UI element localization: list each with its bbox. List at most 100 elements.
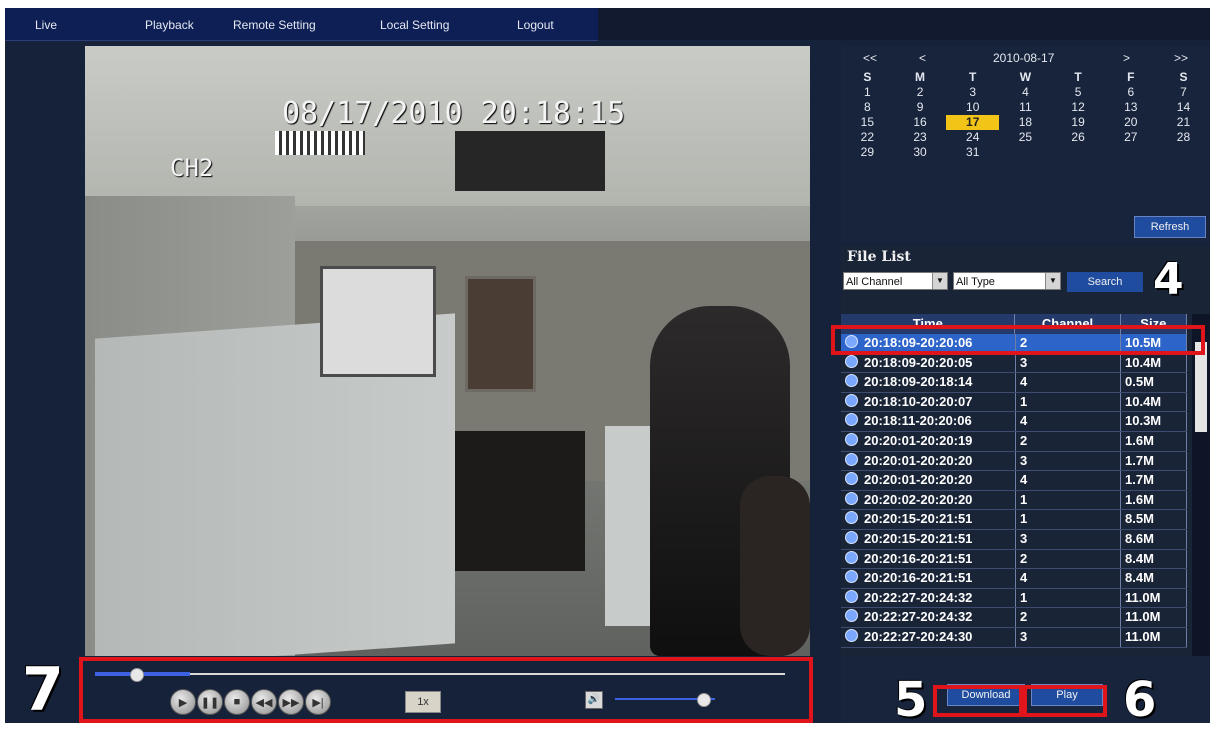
calendar-day[interactable]: 18 [999,115,1052,130]
calendar-day[interactable]: 25 [999,130,1052,145]
nav-live[interactable]: Live [35,18,57,32]
calendar-day[interactable]: 26 [1052,130,1105,145]
calendar-day[interactable]: 6 [1104,85,1157,100]
chevron-down-icon[interactable]: ▼ [932,273,947,289]
calendar-day[interactable]: 29 [841,145,894,160]
calendar-day[interactable]: 16 [894,115,947,130]
file-row[interactable]: 20:18:10-20:20:07 1 10.4M [841,392,1187,413]
column-header-time[interactable]: Time [841,314,1016,334]
video-playback-frame[interactable]: 08/17/2010 20:18:15 CH2 [85,46,810,656]
calendar-day[interactable]: 1 [841,85,894,100]
callout-7: 7 [22,655,64,725]
file-icon [845,374,858,388]
file-row[interactable]: 20:18:09-20:20:06 2 10.5M [841,334,1187,354]
calendar-day[interactable]: 2 [894,85,947,100]
refresh-button[interactable]: Refresh [1134,216,1206,238]
stop-icon[interactable]: ■ [224,689,250,715]
file-row[interactable]: 20:22:27-20:24:32 2 11.0M [841,608,1187,628]
column-header-channel[interactable]: Channel [1015,314,1121,334]
calendar-day[interactable]: 11 [999,100,1052,115]
file-time-cell: 20:20:01-20:20:19 [841,431,1016,451]
calendar-day[interactable]: 5 [1052,85,1105,100]
file-row[interactable]: 20:18:09-20:18:14 4 0.5M [841,373,1187,393]
test-chart-board [320,266,436,377]
frame-step-icon[interactable]: ▶| [305,689,331,715]
file-row[interactable]: 20:20:01-20:20:20 3 1.7M [841,451,1187,472]
file-list-scrollbar[interactable] [1192,314,1210,687]
volume-icon[interactable]: 🔊 [585,691,603,709]
next-year-button[interactable]: >> [1174,51,1188,65]
calendar-day[interactable]: 14 [1157,100,1210,115]
transport-buttons: ▶ ❚❚ ■ ◀◀ ▶▶ ▶| [170,689,331,715]
file-row[interactable]: 20:20:16-20:21:51 4 8.4M [841,569,1187,589]
calendar-day[interactable]: 28 [1157,130,1210,145]
prev-month-button[interactable]: < [919,51,926,65]
nav-logout[interactable]: Logout [517,18,554,32]
calendar-day[interactable]: 7 [1157,85,1210,100]
top-navigation: Live Playback Remote Setting Local Setti… [5,8,598,41]
file-row[interactable]: 20:20:01-20:20:20 4 1.7M [841,471,1187,491]
calendar-day[interactable]: 22 [841,130,894,145]
file-icon [845,570,858,584]
nav-local-setting[interactable]: Local Setting [380,18,449,32]
calendar-day[interactable]: 10 [946,100,999,115]
video-channel-label: CH2 [170,154,214,182]
next-month-button[interactable]: > [1123,51,1130,65]
download-button[interactable]: Download [947,684,1025,706]
calendar-day[interactable]: 12 [1052,100,1105,115]
channel-select[interactable]: All Channel ▼ [843,272,948,290]
weekday-label: F [1127,70,1135,84]
file-row[interactable]: 20:20:01-20:20:19 2 1.6M [841,431,1187,452]
seek-bar[interactable] [95,668,785,682]
file-time-cell: 20:22:27-20:24:30 [841,627,1016,647]
nav-playback[interactable]: Playback [145,18,194,32]
file-time-cell: 20:22:27-20:24:32 [841,588,1016,608]
file-row[interactable]: 20:22:27-20:24:30 3 11.0M [841,627,1187,648]
file-row[interactable]: 20:18:09-20:20:05 3 10.4M [841,353,1187,374]
file-time: 20:20:02-20:20:20 [864,491,973,507]
calendar-day[interactable]: 30 [894,145,947,160]
calendar-day[interactable]: 21 [1157,115,1210,130]
type-select[interactable]: All Type ▼ [953,272,1061,290]
rewind-icon[interactable]: ◀◀ [251,689,277,715]
chevron-down-icon[interactable]: ▼ [1045,273,1060,289]
file-row[interactable]: 20:20:16-20:21:51 2 8.4M [841,549,1187,570]
calendar-day[interactable]: 3 [946,85,999,100]
fast-forward-icon[interactable]: ▶▶ [278,689,304,715]
calendar-day[interactable]: 19 [1052,115,1105,130]
weekday-label: S [1179,70,1188,84]
scrollbar-thumb[interactable] [1195,342,1207,432]
file-row[interactable]: 20:20:02-20:20:20 1 1.6M [841,490,1187,511]
file-row[interactable]: 20:20:15-20:21:51 3 8.6M [841,529,1187,550]
column-header-size[interactable]: Size [1121,314,1187,334]
pause-icon[interactable]: ❚❚ [197,689,223,715]
calendar-day[interactable]: 9 [894,100,947,115]
seek-handle[interactable] [130,668,145,682]
calendar-day[interactable]: 4 [999,85,1052,100]
calendar-day[interactable]: 20 [1104,115,1157,130]
calendar-week: 8 9 10 11 12 13 14 [841,100,1210,115]
file-time-cell: 20:20:15-20:21:51 [841,510,1016,529]
nav-remote-setting[interactable]: Remote Setting [233,18,316,32]
volume-handle[interactable] [697,693,711,707]
calendar-day-selected[interactable]: 17 [946,115,1000,130]
calendar-day[interactable]: 8 [841,100,894,115]
calendar-day[interactable]: 23 [894,130,947,145]
weekday-label: T [969,70,977,84]
calendar-day[interactable]: 15 [841,115,894,130]
prev-year-button[interactable]: << [863,51,877,65]
calendar-day[interactable]: 31 [946,145,999,160]
calendar-day[interactable]: 13 [1104,100,1157,115]
play-button[interactable]: Play [1031,684,1103,706]
search-button[interactable]: Search [1067,272,1143,292]
file-row[interactable]: 20:18:11-20:20:06 4 10.3M [841,412,1187,432]
play-icon[interactable]: ▶ [170,689,196,715]
file-time: 20:20:01-20:20:20 [864,472,973,488]
file-icon [845,413,858,427]
volume-slider[interactable] [615,693,715,707]
file-row[interactable]: 20:20:15-20:21:51 1 8.5M [841,510,1187,530]
calendar-day[interactable]: 24 [946,130,999,145]
file-row[interactable]: 20:22:27-20:24:32 1 11.0M [841,588,1187,609]
calendar-day[interactable]: 27 [1104,130,1157,145]
file-channel-cell: 1 [1016,588,1121,608]
